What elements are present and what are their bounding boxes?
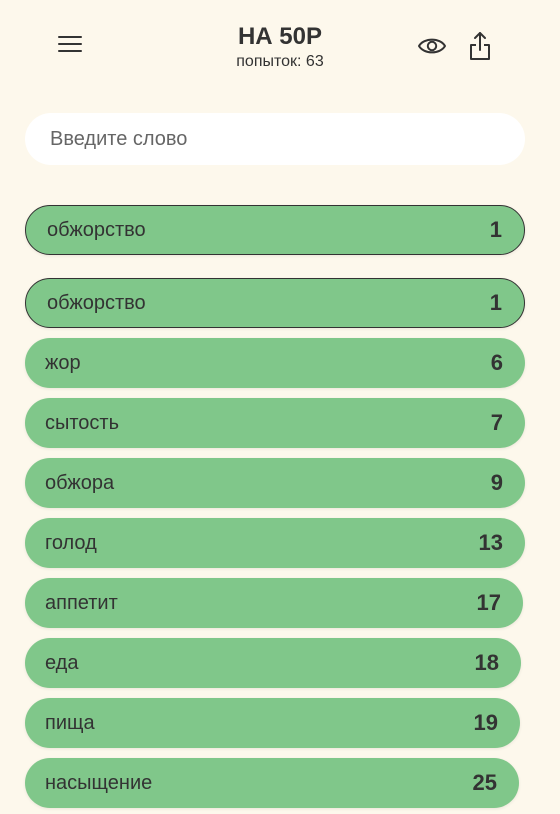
guess-rank: 1	[489, 217, 502, 242]
guess-word: жор	[45, 351, 81, 374]
last-guess-row: обжорство 1	[25, 205, 525, 255]
guess-rank: 13	[478, 530, 503, 555]
guess-word: обжорство	[47, 218, 146, 241]
guess-rank: 17	[476, 590, 501, 615]
guess-rank: 7	[490, 410, 503, 435]
eye-icon	[418, 38, 446, 54]
title-block: НА 50Р попыток: 63	[130, 22, 430, 72]
guess-row: голод 13	[25, 518, 525, 568]
app-header: НА 50Р попыток: 63	[0, 0, 560, 95]
guess-word: пища	[45, 711, 95, 734]
guess-rank: 18	[474, 650, 499, 675]
guess-word: еда	[45, 651, 79, 674]
guess-word: обжора	[45, 471, 115, 494]
guess-word: аппетит	[45, 591, 118, 614]
guess-word: обжорство	[47, 291, 146, 314]
guess-rank: 6	[490, 350, 503, 375]
attempts-counter: попыток: 63	[236, 53, 324, 70]
guess-row: пища 19	[25, 698, 520, 748]
word-input[interactable]	[25, 113, 525, 165]
guess-row: жор 6	[25, 338, 525, 388]
guess-word: сытость	[45, 411, 120, 434]
guess-rank: 25	[472, 770, 497, 795]
guess-rank: 9	[490, 470, 503, 495]
guess-row: обжорство 1	[25, 278, 525, 328]
guess-word: голод	[45, 531, 97, 554]
show-hint-button[interactable]	[412, 28, 452, 64]
share-button[interactable]	[462, 28, 498, 64]
share-icon	[470, 32, 490, 60]
guess-rank: 1	[489, 290, 502, 315]
guess-word: насыщение	[45, 771, 153, 794]
guess-rank: 19	[473, 710, 498, 735]
menu-button[interactable]	[52, 26, 88, 62]
guess-row: обжора 9	[25, 458, 525, 508]
guess-row: аппетит 17	[25, 578, 523, 628]
guess-row: насыщение 25	[25, 758, 519, 808]
page-title: НА 50Р	[237, 23, 323, 50]
menu-icon	[58, 36, 82, 52]
guess-row: сытость 7	[25, 398, 525, 448]
guess-row: еда 18	[25, 638, 521, 688]
